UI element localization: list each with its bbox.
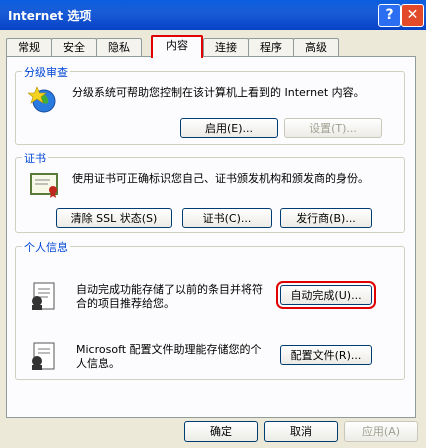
- content-advisor-icon: [28, 86, 56, 113]
- help-button[interactable]: ?: [378, 4, 401, 27]
- profile-description: Microsoft 配置文件助理能存储您的个人信息。: [76, 343, 262, 370]
- autocomplete-button[interactable]: 自动完成(U)...: [276, 281, 376, 309]
- tab-strip: 常规 安全 隐私 内容 连接 程序 高级: [6, 35, 420, 58]
- publishers-button[interactable]: 发行商(B)...: [280, 208, 372, 228]
- certificates-group: 证书 使用证书可正确标识您自己、证书颁发机构和颁发商的身份。 清除 SSL 状态…: [15, 150, 405, 233]
- personal-info-group: 个人信息 自动完成功能存储了以前的条目并将符合的项目推荐给您。 自动完成(U).…: [15, 239, 405, 380]
- settings-button: 设置(T)...: [284, 118, 382, 138]
- tab-programs[interactable]: 程序: [248, 38, 294, 57]
- content-advisor-description: 分级系统可帮助您控制在该计算机上看到的 Internet 内容。: [72, 86, 365, 99]
- close-button[interactable]: ✕: [401, 4, 424, 27]
- title-bar: Internet 选项 ? ✕: [0, 0, 426, 30]
- tab-general[interactable]: 常规: [6, 38, 52, 57]
- apply-button: 应用(A): [344, 421, 418, 442]
- tab-content[interactable]: 内容: [151, 35, 203, 58]
- tab-security[interactable]: 安全: [51, 38, 97, 57]
- enable-button[interactable]: 启用(E)...: [180, 118, 278, 138]
- certificates-label: 证书: [22, 150, 48, 166]
- autocomplete-icon: [32, 282, 55, 310]
- cancel-button[interactable]: 取消: [264, 421, 338, 442]
- autocomplete-description: 自动完成功能存储了以前的条目并将符合的项目推荐给您。: [76, 283, 263, 310]
- content-panel: 分级审查 分级系统可帮助您控制在该计算机上看到的 Internet 内容。 启用…: [6, 56, 416, 418]
- certificates-description: 使用证书可正确标识您自己、证书颁发机构和颁发商的身份。: [72, 172, 369, 185]
- profile-button[interactable]: 配置文件(R)...: [280, 345, 372, 365]
- content-advisor-label: 分级审查: [22, 64, 70, 80]
- tab-privacy[interactable]: 隐私: [96, 38, 142, 57]
- profile-icon: [32, 342, 55, 370]
- tab-advanced[interactable]: 高级: [293, 38, 339, 57]
- content-advisor-group: 分级审查 分级系统可帮助您控制在该计算机上看到的 Internet 内容。 启用…: [15, 64, 405, 145]
- personal-info-label: 个人信息: [22, 239, 70, 255]
- ok-button[interactable]: 确定: [184, 421, 258, 442]
- certificates-button[interactable]: 证书(C)...: [182, 208, 272, 228]
- tab-connections[interactable]: 连接: [203, 38, 249, 57]
- window-title: Internet 选项: [8, 9, 92, 23]
- clear-ssl-button[interactable]: 清除 SSL 状态(S): [56, 208, 172, 228]
- certificate-icon: [30, 173, 58, 198]
